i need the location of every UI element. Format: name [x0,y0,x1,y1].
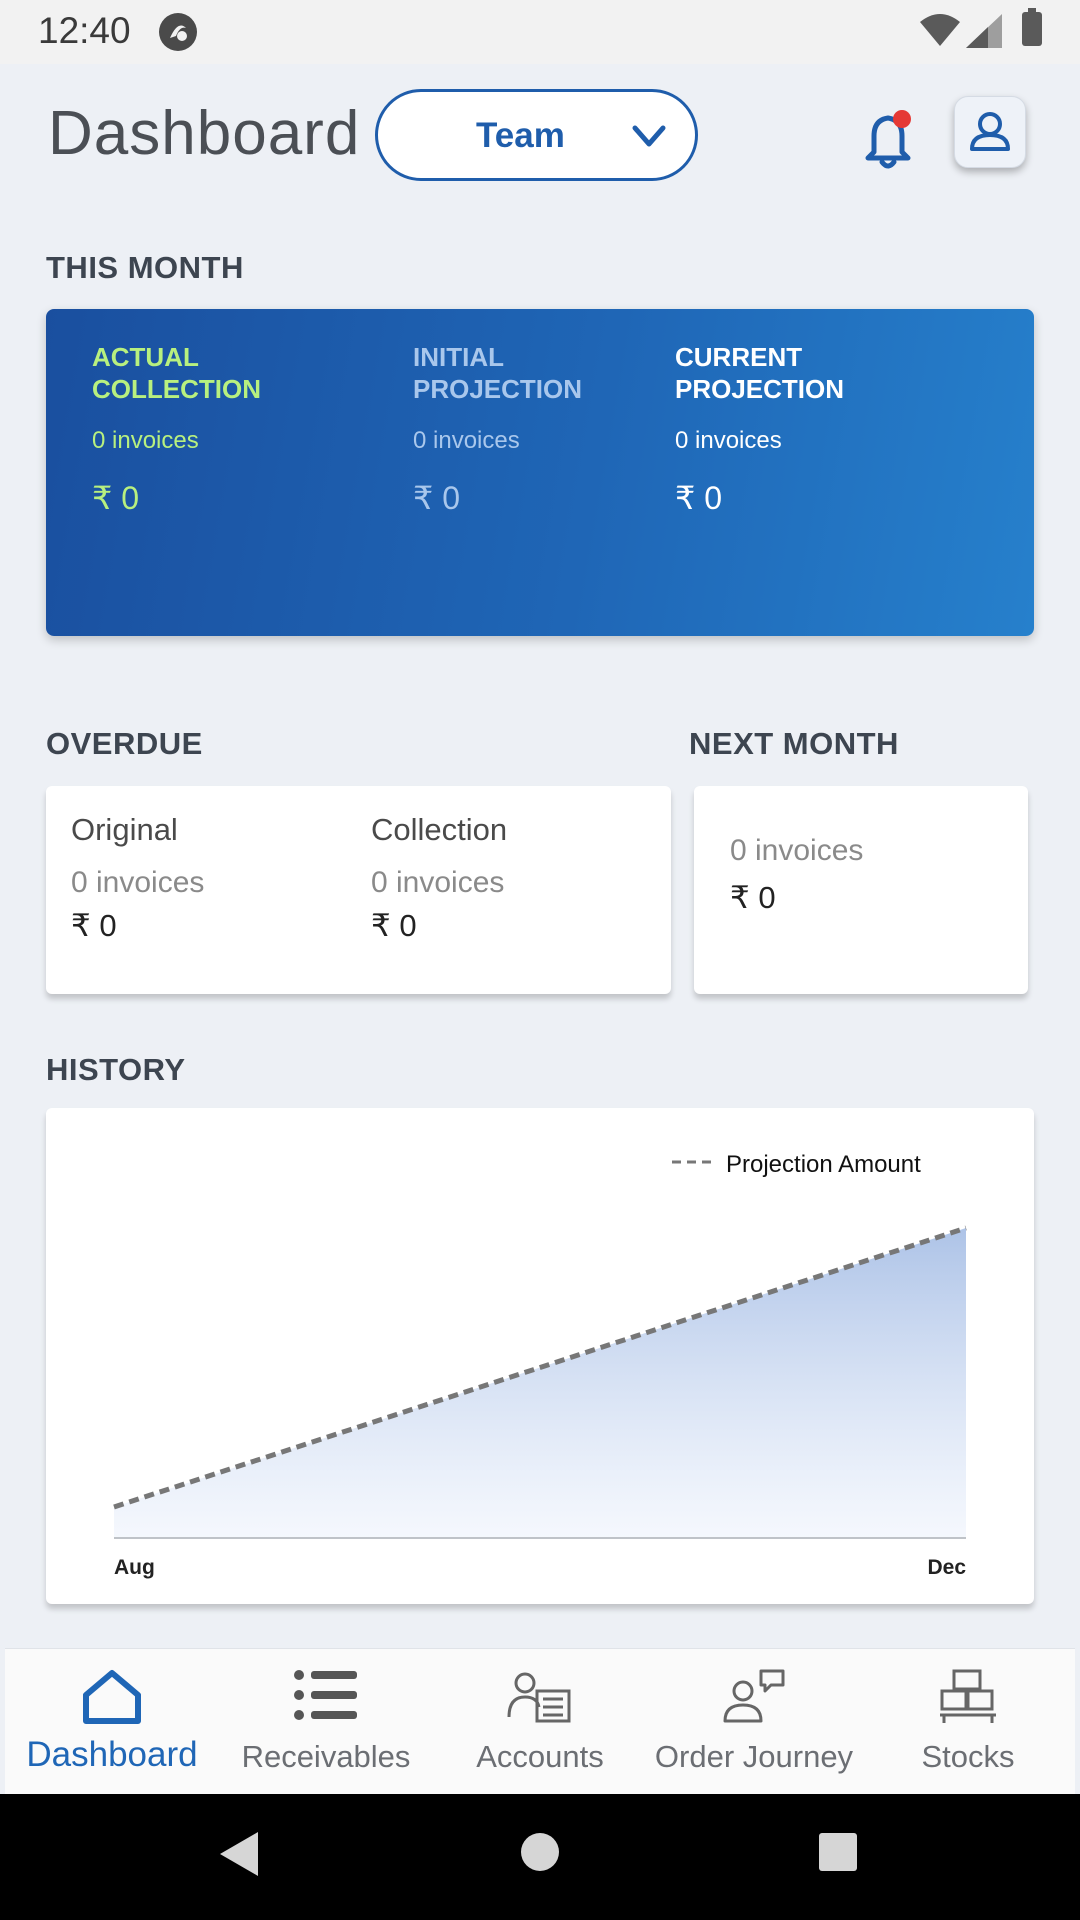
nav-item-dashboard[interactable]: Dashboard [5,1649,219,1795]
accounts-icon [507,1672,571,1723]
overdue-original: Original 0 invoices ₹ 0 [71,812,204,944]
profile-button[interactable] [954,96,1026,168]
home-icon [83,1670,141,1724]
bottom-navigation: Dashboard Receivables Accounts Order Jou… [5,1648,1075,1795]
page-title: Dashboard [48,99,361,168]
recents-icon[interactable] [818,1832,858,1872]
current-projection-title: CURRENT PROJECTION [675,342,845,404]
battery-icon [1022,8,1042,46]
wifi-icon [920,14,960,46]
next-month-invoices: 0 invoices [730,834,864,867]
history-chart: Projection Amount Aug Dec [113,1151,967,1579]
actual-collection-invoices: 0 invoices [92,427,199,454]
list-icon [294,1670,357,1720]
initial-projection-amount: ₹ 0 [413,480,461,516]
nav-label-receivables: Receivables [241,1739,411,1774]
order-journey-icon [723,1669,785,1723]
nav-item-receivables[interactable]: Receivables [219,1649,433,1795]
this-month-card[interactable]: ACTUAL COLLECTION 0 invoices ₹ 0 INITIAL… [46,309,1034,636]
history-heading: HISTORY [46,1052,186,1087]
overdue-collection-amount: ₹ 0 [371,908,417,943]
chevron-down-icon [632,125,666,147]
current-projection-column: CURRENT PROJECTION 0 invoices ₹ 0 [675,341,875,517]
projection-area [114,1228,966,1538]
overdue-collection-invoices: 0 invoices [371,866,505,899]
actual-collection-amount: ₹ 0 [92,480,140,516]
initial-projection-column: INITIAL PROJECTION 0 invoices ₹ 0 [413,341,613,517]
overdue-heading: OVERDUE [46,726,203,761]
status-bar: 12:40 [0,0,1080,64]
legend-label: Projection Amount [726,1151,921,1178]
overdue-card[interactable]: Original 0 invoices ₹ 0 Collection 0 inv… [46,786,671,994]
this-month-heading: THIS MONTH [46,250,244,285]
status-time: 12:40 [38,10,131,51]
app-notification-icon [159,13,197,51]
user-icon [970,112,1010,151]
next-month-heading: NEXT MONTH [689,726,899,761]
next-month-card[interactable]: 0 invoices ₹ 0 [694,786,1028,994]
nav-label-dashboard: Dashboard [26,1735,198,1774]
actual-collection-title: ACTUAL COLLECTION [92,342,261,404]
team-dropdown[interactable]: Team [375,89,698,181]
nav-item-stocks[interactable]: Stocks [861,1649,1075,1795]
overdue-collection-title: Collection [371,812,508,847]
actual-collection-column: ACTUAL COLLECTION 0 invoices ₹ 0 [92,341,292,517]
nav-label-stocks: Stocks [921,1739,1015,1774]
current-projection-amount: ₹ 0 [675,480,723,516]
initial-projection-invoices: 0 invoices [413,427,520,454]
history-chart-card: Projection Amount Aug Dec [46,1108,1034,1604]
chart-legend: Projection Amount [672,1151,921,1178]
bell-icon[interactable] [860,106,920,172]
overdue-original-amount: ₹ 0 [71,908,117,943]
nav-item-order-journey[interactable]: Order Journey [647,1649,861,1795]
system-navigation-bar [0,1794,1080,1920]
current-projection-invoices: 0 invoices [675,427,782,454]
overdue-original-title: Original [71,812,178,847]
nav-label-accounts: Accounts [476,1739,604,1774]
x-tick-label: Aug [114,1556,155,1579]
signal-icon [966,14,1002,48]
nav-label-order-journey: Order Journey [654,1739,854,1774]
next-month-amount: ₹ 0 [730,880,776,915]
overdue-collection: Collection 0 invoices ₹ 0 [371,812,507,944]
x-tick-label: Dec [927,1556,966,1579]
overdue-original-invoices: 0 invoices [71,866,205,899]
back-icon[interactable] [218,1830,260,1878]
stocks-icon [940,1669,996,1723]
initial-projection-title: INITIAL PROJECTION [413,342,583,404]
home-circle-icon[interactable] [520,1832,560,1872]
team-dropdown-value: Team [476,116,565,155]
nav-item-accounts[interactable]: Accounts [433,1649,647,1795]
